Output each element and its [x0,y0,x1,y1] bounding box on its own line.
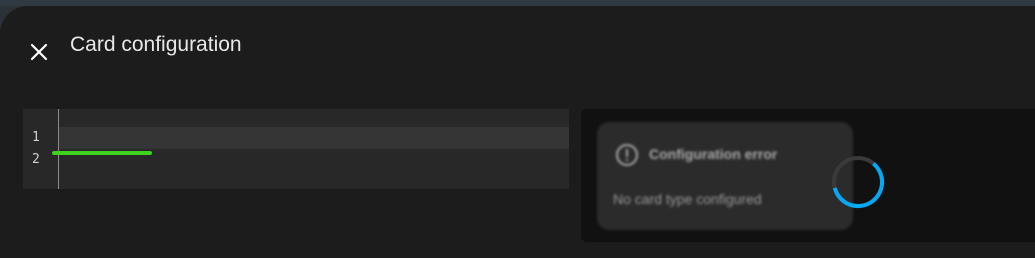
error-card: Configuration error No card type configu… [597,122,853,230]
card-preview-panel: Configuration error No card type configu… [581,109,1035,242]
error-title: Configuration error [649,146,778,162]
close-icon [30,43,48,61]
gutter-divider [58,109,59,189]
code-line[interactable] [63,127,563,149]
line-number: 1 [32,130,40,145]
yaml-code-editor[interactable]: 1 2 [23,109,569,189]
line-number-gutter: 1 2 [23,109,58,189]
error-message: No card type configured [613,191,762,207]
cursor-marker [52,151,152,155]
close-button[interactable] [22,35,56,69]
alert-circle-icon [616,144,638,166]
dialog-title: Card configuration [70,33,242,56]
line-number: 2 [32,152,40,167]
loading-spinner-icon [832,156,885,209]
